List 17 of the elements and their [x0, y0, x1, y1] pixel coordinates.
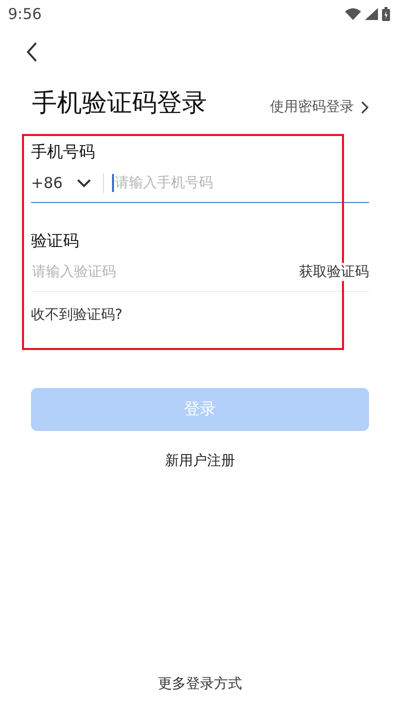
register-link[interactable]: 新用户注册 — [165, 452, 235, 470]
get-code-link[interactable]: 获取验证码 — [296, 263, 369, 281]
help-link[interactable]: 收不到验证码? — [31, 306, 122, 324]
country-code-dropdown[interactable]: +86 — [31, 174, 103, 192]
status-time: 9:56 — [8, 5, 42, 23]
field-label: 验证码 — [31, 231, 80, 252]
field-label: 手机号码 — [31, 142, 96, 163]
phone-field[interactable]: +86 请输入手机号码 — [31, 164, 369, 203]
signal-icon — [365, 8, 378, 20]
chevron-right-icon — [361, 100, 369, 114]
more-login-options-link[interactable]: 更多登录方式 — [158, 675, 242, 693]
battery-icon — [382, 7, 390, 21]
page-title: 手机验证码登录 — [32, 86, 207, 118]
code-field[interactable]: 请输入验证码 获取验证码 — [31, 253, 369, 292]
chevron-down-icon — [76, 178, 91, 188]
wifi-icon — [345, 8, 361, 20]
password-login-link[interactable]: 使用密码登录 — [270, 98, 369, 116]
